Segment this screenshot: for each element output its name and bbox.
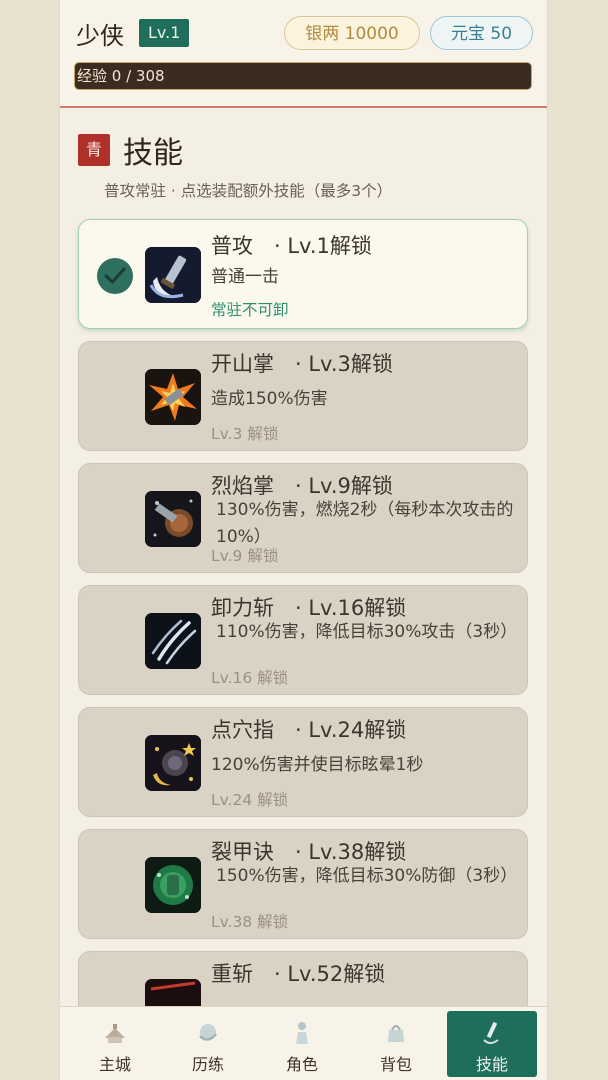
skill-name: 卸力斩 · Lv.16解锁	[211, 596, 407, 620]
skill-description: 110%伤害，降低目标30%攻击（3秒）	[216, 622, 518, 642]
nav-item-bag[interactable]: 背包	[351, 1011, 441, 1077]
skill-name: 烈焰掌 · Lv.9解锁	[211, 474, 393, 498]
skill-description: 150%伤害，降低目标30%防御（3秒）	[216, 866, 518, 886]
character-icon	[290, 1020, 314, 1046]
exp-bar: 经验 0 / 308	[74, 62, 532, 90]
sword-moon-icon	[145, 247, 201, 303]
skill-card-lieyanzhang[interactable]: 烈焰掌 · Lv.9解锁 130%伤害，燃烧2秒（每秒本次攻击的10%） Lv.…	[78, 463, 528, 573]
nav-item-training[interactable]: 历练	[163, 1011, 253, 1077]
equipped-check-icon	[97, 258, 133, 294]
ingot-currency[interactable]: 元宝 50	[430, 16, 533, 50]
exp-text: 经验 0 / 308	[77, 67, 165, 85]
skill-description: 普通一击	[211, 267, 279, 287]
jade-armor-icon	[145, 857, 201, 913]
skill-state: Lv.24 解锁	[211, 791, 289, 809]
nav-label: 角色	[285, 1055, 318, 1074]
skill-name: 裂甲诀 · Lv.38解锁	[211, 840, 407, 864]
flame-shield-icon	[145, 491, 201, 547]
nav-label: 历练	[191, 1055, 224, 1074]
skill-name: 普攻 · Lv.1解锁	[211, 234, 372, 258]
skill-card-kaishanzhang[interactable]: 开山掌 · Lv.3解锁 造成150%伤害 Lv.3 解锁	[78, 341, 528, 451]
skill-name: 开山掌 · Lv.3解锁	[211, 352, 393, 376]
skill-description: 造成150%伤害	[211, 389, 328, 409]
skill-description: 120%伤害并使目标眩晕1秒	[211, 755, 424, 775]
skill-card-basic-attack[interactable]: 普攻 · Lv.1解锁 普通一击 常驻不可卸	[78, 219, 528, 329]
section-badge: 青	[78, 134, 110, 166]
skill-name: 重斩 · Lv.52解锁	[211, 962, 386, 986]
star-stun-icon	[145, 735, 201, 791]
section-subtitle: 普攻常驻 · 点选装配额外技能（最多3个）	[104, 182, 393, 200]
skill-state: 常驻不可卸	[211, 301, 289, 319]
bottom-nav: 主城 历练 角色 背包 技能	[60, 1006, 547, 1080]
skill-state: Lv.16 解锁	[211, 669, 289, 687]
silver-currency[interactable]: 银两 10000	[284, 16, 420, 50]
skill-name: 点穴指 · Lv.24解锁	[211, 718, 407, 742]
skill-state: Lv.9 解锁	[211, 547, 279, 565]
burst-palm-icon	[145, 369, 201, 425]
skill-state: Lv.38 解锁	[211, 913, 289, 931]
nav-item-skill[interactable]: 技能	[447, 1011, 537, 1077]
skill-description: 130%伤害，燃烧2秒（每秒本次攻击的10%）	[216, 500, 514, 547]
app-frame: 少侠 Lv.1 银两 10000 元宝 50 经验 0 / 308 青 技能 普…	[60, 0, 547, 1080]
nav-label: 技能	[475, 1055, 508, 1074]
claw-slash-icon	[145, 613, 201, 669]
player-name: 少侠	[76, 22, 124, 50]
nav-label: 主城	[98, 1055, 131, 1074]
level-badge: Lv.1	[139, 19, 190, 47]
header: 少侠 Lv.1 银两 10000 元宝 50 经验 0 / 308	[60, 0, 547, 108]
city-icon	[103, 1020, 127, 1046]
section-title: 技能	[123, 136, 183, 171]
nav-item-character[interactable]: 角色	[257, 1011, 347, 1077]
training-icon	[196, 1020, 220, 1046]
nav-item-city[interactable]: 主城	[70, 1011, 160, 1077]
skill-card-xielizhan[interactable]: 卸力斩 · Lv.16解锁 110%伤害，降低目标30%攻击（3秒） Lv.16…	[78, 585, 528, 695]
nav-label: 背包	[379, 1055, 412, 1074]
bag-icon	[384, 1020, 408, 1046]
skill-state: Lv.3 解锁	[211, 425, 279, 443]
skill-card-liejiajue[interactable]: 裂甲诀 · Lv.38解锁 150%伤害，降低目标30%防御（3秒） Lv.38…	[78, 829, 528, 939]
skill-card-dianxuezhi[interactable]: 点穴指 · Lv.24解锁 120%伤害并使目标眩晕1秒 Lv.24 解锁	[78, 707, 528, 817]
skill-icon	[480, 1020, 504, 1046]
